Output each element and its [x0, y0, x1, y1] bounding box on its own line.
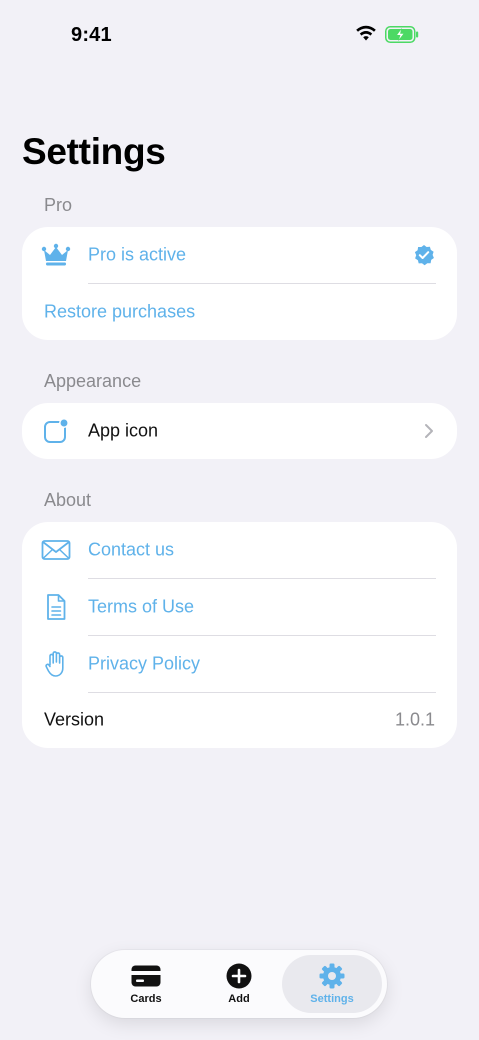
- card-icon: [131, 963, 161, 989]
- pro-card: Pro is active Restore purchases: [22, 227, 457, 340]
- app-icon-row[interactable]: App icon: [22, 403, 457, 459]
- section-header-pro: Pro: [44, 195, 73, 215]
- envelope-icon: [40, 534, 72, 566]
- terms-of-use-label: Terms of Use: [88, 596, 195, 617]
- verified-check-icon: [414, 245, 434, 266]
- terms-of-use-row[interactable]: Terms of Use: [22, 579, 457, 635]
- status-time: 9:41: [71, 24, 112, 46]
- contact-us-label: Contact us: [88, 539, 175, 560]
- tab-cards-label: Cards: [130, 993, 162, 1005]
- status-bar: 9:41: [0, 0, 479, 70]
- tab-settings[interactable]: Settings: [282, 955, 382, 1013]
- appearance-card: App icon: [22, 403, 457, 459]
- document-icon: [40, 591, 72, 623]
- tab-add-label: Add: [228, 993, 250, 1005]
- restore-purchases-label: Restore purchases: [44, 301, 196, 322]
- version-row: Version 1.0.1: [22, 692, 457, 748]
- version-value: 1.0.1: [394, 709, 435, 730]
- tab-settings-label: Settings: [310, 993, 354, 1005]
- app-icon-label: App icon: [88, 420, 159, 441]
- tab-add[interactable]: Add: [189, 955, 289, 1013]
- wifi-icon: [356, 25, 376, 41]
- tab-cards[interactable]: Cards: [96, 955, 196, 1013]
- chevron-right-icon: [425, 424, 433, 438]
- privacy-policy-row[interactable]: Privacy Policy: [22, 636, 457, 692]
- crown-icon: [40, 239, 72, 271]
- hand-raised-icon: [40, 648, 72, 680]
- section-header-appearance: Appearance: [44, 371, 142, 391]
- page-title: Settings: [22, 131, 166, 172]
- section-header-about: About: [44, 490, 92, 510]
- contact-us-row[interactable]: Contact us: [22, 522, 457, 578]
- app-icon-badge-icon: [40, 415, 72, 447]
- pro-status-row[interactable]: Pro is active: [22, 227, 457, 283]
- tab-bar: Cards Add Settings: [91, 950, 387, 1018]
- battery-charging-icon: [385, 26, 419, 43]
- pro-status-label: Pro is active: [88, 244, 187, 265]
- about-card: Contact us Terms of Use Privacy Policy V…: [22, 522, 457, 748]
- privacy-policy-label: Privacy Policy: [88, 653, 201, 674]
- restore-purchases-button[interactable]: Restore purchases: [22, 284, 457, 340]
- version-label: Version: [44, 709, 105, 730]
- gear-icon: [317, 963, 347, 989]
- plus-circle-icon: [224, 963, 254, 989]
